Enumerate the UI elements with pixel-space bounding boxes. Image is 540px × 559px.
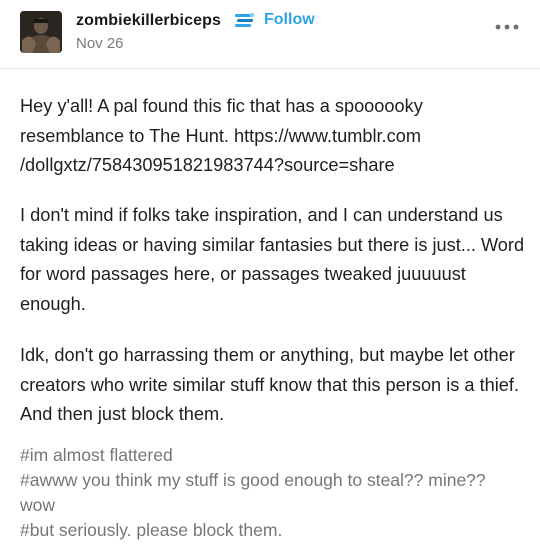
tag-list: #im almost flattered #awww you think my …	[20, 443, 490, 543]
ellipsis-icon[interactable]	[494, 20, 520, 34]
post-header: zombiekillerbiceps Follow Nov 26	[0, 0, 540, 69]
post-paragraph: Idk, don't go harrassing them or anythin…	[20, 345, 520, 424]
tag-link[interactable]: #im almost flattered	[20, 443, 490, 468]
post-date[interactable]: Nov 26	[76, 35, 124, 52]
username-link[interactable]: zombiekillerbiceps	[76, 12, 221, 30]
tag-link[interactable]: #awww you think my stuff is good enough …	[20, 468, 490, 518]
avatar[interactable]	[20, 11, 62, 53]
post-card: zombiekillerbiceps Follow Nov 26 Hey y'a…	[0, 0, 540, 559]
post-paragraph: Hey y'all! A pal found this fic that has…	[20, 96, 423, 175]
follow-button[interactable]: Follow	[264, 11, 315, 29]
post-paragraph: I don't mind if folks take inspiration, …	[20, 205, 525, 314]
tag-link[interactable]: #but seriously. please block them.	[20, 518, 490, 543]
stack-badge-icon	[232, 12, 256, 30]
avatar-image	[20, 11, 62, 53]
